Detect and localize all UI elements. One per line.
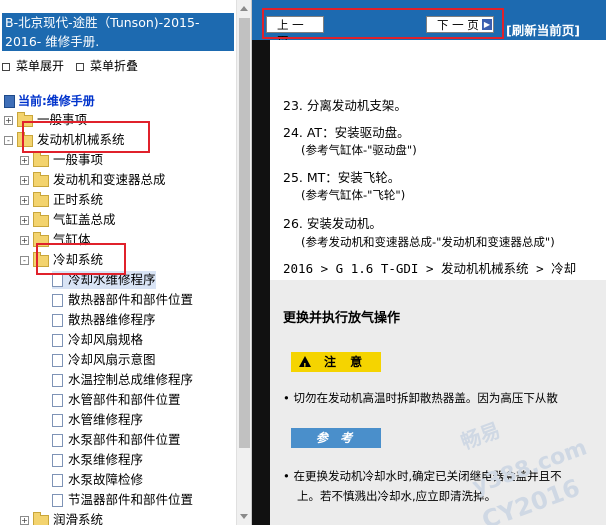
tree-leaf[interactable]: 水泵故障检修 xyxy=(52,471,143,489)
step-text: 26. 安装发动机。 xyxy=(283,216,382,231)
book-icon xyxy=(4,95,15,108)
folder-icon xyxy=(33,151,49,167)
document-icon xyxy=(52,414,63,427)
collapse-icon[interactable]: - xyxy=(4,136,13,145)
tree-node[interactable]: + 正时系统 xyxy=(20,191,103,209)
document-icon xyxy=(52,274,63,287)
step-text: 23. 分离发动机支架。 xyxy=(283,98,407,113)
step-text: 25. MT：安装飞轮。 xyxy=(283,170,401,185)
document-icon xyxy=(52,334,63,347)
step-reference: (参考气缸体-"驱动盘") xyxy=(301,143,417,157)
vertical-scrollbar[interactable] xyxy=(236,0,251,525)
menu-collapse-button[interactable]: 菜单折叠 xyxy=(76,57,138,74)
tree-leaf[interactable]: 散热器部件和部件位置 xyxy=(52,291,193,309)
document-icon xyxy=(52,374,63,387)
highlight-box xyxy=(22,121,150,153)
document-icon xyxy=(52,294,63,307)
page-border xyxy=(252,40,270,525)
content-panel: 上 一 页 下 一 页 ▶ [刷新当前页] 23. 分离发动机支架。 24. A… xyxy=(252,0,606,525)
square-icon xyxy=(2,62,10,71)
expand-icon[interactable]: + xyxy=(20,156,29,165)
highlight-box xyxy=(262,8,504,39)
step-text: 24. AT：安装驱动盘。 xyxy=(283,125,410,140)
tree-node[interactable]: + 气缸盖总成 xyxy=(20,211,116,229)
document-icon xyxy=(52,394,63,407)
collapse-icon[interactable]: - xyxy=(20,256,29,265)
highlight-box xyxy=(36,243,126,275)
tree-leaf[interactable]: 散热器维修程序 xyxy=(52,311,156,329)
expand-icon[interactable]: + xyxy=(20,196,29,205)
expand-icon[interactable]: + xyxy=(4,116,13,125)
tree-leaf[interactable]: 冷却风扇规格 xyxy=(52,331,143,349)
tree-leaf[interactable]: 节温器部件和部件位置 xyxy=(52,491,193,509)
expand-icon[interactable]: + xyxy=(20,216,29,225)
content-toolbar: 上 一 页 下 一 页 ▶ [刷新当前页] xyxy=(252,0,606,48)
square-icon xyxy=(76,62,84,71)
manual-page: 23. 分离发动机支架。 24. AT：安装驱动盘。 (参考气缸体-"驱动盘")… xyxy=(270,40,606,525)
expand-icon[interactable]: + xyxy=(20,516,29,525)
folder-icon xyxy=(33,211,49,227)
section-title: 更换并执行放气操作 xyxy=(283,311,401,326)
tree-node[interactable]: + 一般事项 xyxy=(20,151,103,169)
tree-leaf[interactable]: 水管维修程序 xyxy=(52,411,143,429)
breadcrumb: 2016 > G 1.6 T-GDI > 发动机机械系统 > 冷却 xyxy=(283,261,577,276)
document-icon xyxy=(52,354,63,367)
folder-icon xyxy=(33,171,49,187)
tree-leaf[interactable]: 水泵部件和部件位置 xyxy=(52,431,181,449)
tree-root[interactable]: 当前:维修手册 xyxy=(4,92,95,109)
tree-leaf[interactable]: 水管部件和部件位置 xyxy=(52,391,181,409)
reference-text: 上。若不慎溅出冷却水,应立即清洗掉。 xyxy=(297,489,497,503)
folder-icon xyxy=(33,511,49,525)
document-icon xyxy=(52,494,63,507)
tree-leaf[interactable]: 冷却风扇示意图 xyxy=(52,351,156,369)
tree-node[interactable]: + 发动机和变速器总成 xyxy=(20,171,166,189)
expand-icon[interactable]: + xyxy=(20,236,29,245)
refresh-page-link[interactable]: [刷新当前页] xyxy=(506,20,580,39)
step-reference: (参考气缸体-"飞轮") xyxy=(301,188,406,202)
tree-node[interactable]: + 润滑系统 xyxy=(20,511,103,525)
document-icon xyxy=(52,454,63,467)
warning-icon xyxy=(299,356,311,377)
caution-banner: 注 意 xyxy=(291,352,381,377)
reference-banner: 参 考 xyxy=(291,428,381,448)
expand-icon[interactable]: + xyxy=(20,176,29,185)
document-icon xyxy=(52,314,63,327)
document-icon xyxy=(52,434,63,447)
menu-expand-button[interactable]: 菜单展开 xyxy=(2,57,64,74)
tree-leaf[interactable]: 水泵维修程序 xyxy=(52,451,143,469)
scrollbar-thumb[interactable] xyxy=(239,18,250,448)
document-icon xyxy=(52,474,63,487)
navigation-panel: B-北京现代-途胜（Tunson)-2015-2016- 维修手册. 菜单展开 … xyxy=(0,0,252,525)
caution-text: • 切勿在发动机高温时拆卸散热器盖。因为高压下从散 xyxy=(283,391,558,405)
folder-icon xyxy=(33,191,49,207)
scroll-up-icon[interactable] xyxy=(240,6,248,11)
step-reference: (参考发动机和变速器总成-"发动机和变速器总成") xyxy=(301,235,555,249)
scroll-down-icon[interactable] xyxy=(240,514,248,519)
tree-leaf[interactable]: 水温控制总成维修程序 xyxy=(52,371,193,389)
manual-title: B-北京现代-途胜（Tunson)-2015-2016- 维修手册. xyxy=(2,13,234,51)
